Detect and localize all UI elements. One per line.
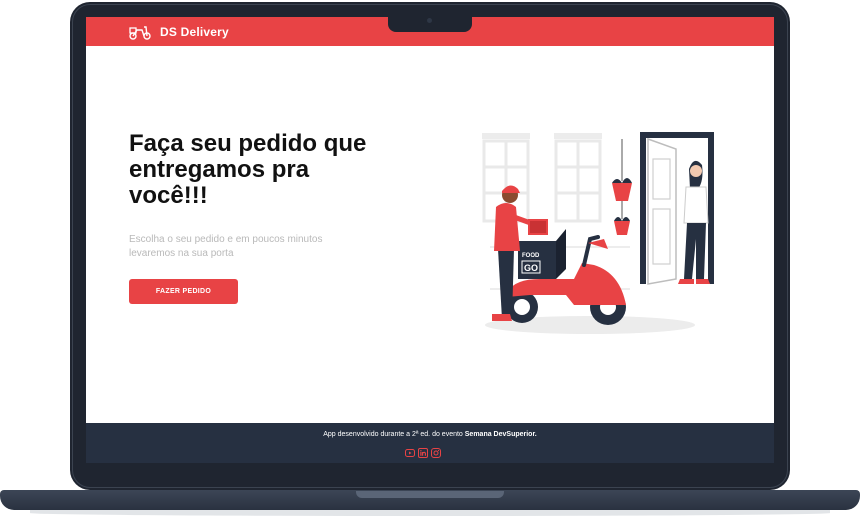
- order-button[interactable]: FAZER PEDIDO: [129, 279, 238, 304]
- scooter-logo-icon[interactable]: [128, 24, 152, 40]
- hanging-plant-bottom: [614, 221, 630, 235]
- box-text-bottom: GO: [524, 263, 538, 273]
- footer-text: App desenvolvido durante a 2ª ed. do eve…: [86, 431, 774, 438]
- window-right: [554, 133, 602, 223]
- footer-text-prefix: App desenvolvido durante a 2ª ed. do eve…: [323, 431, 465, 438]
- laptop-shadow: [30, 510, 830, 516]
- hero-title: Faça seu pedido que entregamos pra você!…: [129, 130, 367, 209]
- laptop-hinge-notch: [356, 491, 504, 498]
- food-box: FOOD GO: [518, 229, 566, 279]
- event-name: Semana DevSuperior.: [464, 431, 537, 438]
- app-screen: DS Delivery Faça seu pedido que entregam…: [86, 17, 774, 463]
- camera-notch: [388, 14, 472, 32]
- hero-subtitle: Escolha o seu pedido e em poucos minutos…: [129, 234, 323, 259]
- camera-icon: [427, 18, 432, 23]
- app-title[interactable]: DS Delivery: [160, 25, 229, 39]
- box-text-top: FOOD: [522, 253, 540, 259]
- linkedin-icon[interactable]: [418, 445, 428, 458]
- open-door: [647, 137, 677, 285]
- instagram-icon[interactable]: [431, 445, 441, 458]
- footer: App desenvolvido durante a 2ª ed. do eve…: [86, 423, 774, 463]
- delivery-illustration: FOOD GO: [482, 132, 714, 334]
- youtube-icon[interactable]: [405, 445, 415, 457]
- social-links: [405, 445, 441, 458]
- hanging-plant-top: [612, 183, 632, 201]
